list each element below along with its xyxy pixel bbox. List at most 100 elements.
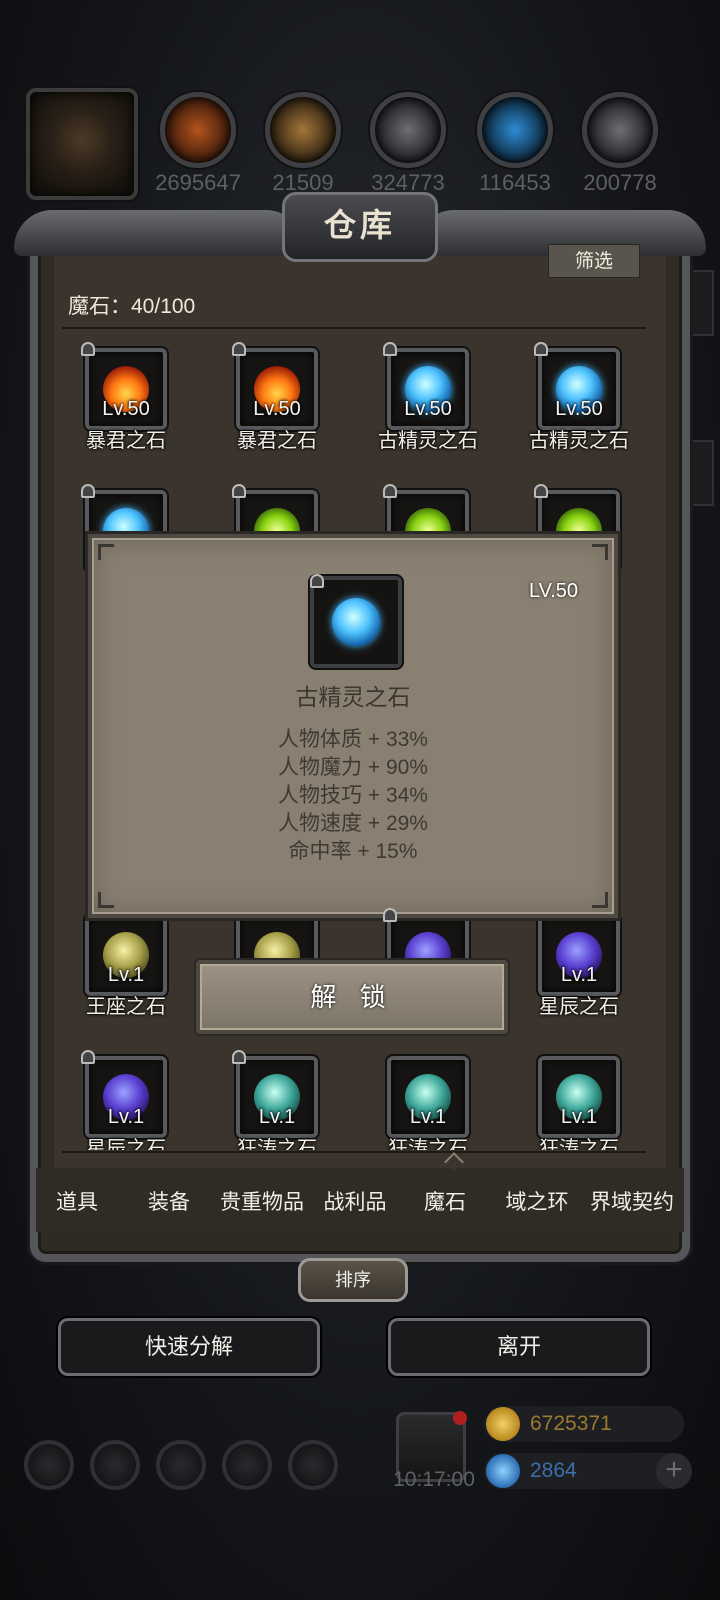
category-tabs: 道具 装备 贵重物品 战利品 魔石 域之环 界域契约 [36, 1168, 684, 1232]
item-slot[interactable]: Lv.1 星辰之石 [51, 1050, 201, 1166]
popup-item-icon [310, 574, 402, 668]
item-slot[interactable]: Lv.1 狂涛之石 [202, 1050, 352, 1166]
item-name: 狂涛之石 [237, 1138, 317, 1150]
stone-count: 324773 [371, 170, 445, 195]
item-name: 古精灵之石 [378, 430, 478, 452]
item-name: 暴君之石 [86, 430, 166, 452]
tab-magic-stones[interactable]: 魔石 [422, 1186, 468, 1216]
item-level: Lv.50 [102, 398, 150, 420]
item-name: 狂涛之石 [539, 1138, 619, 1150]
item-slot[interactable]: Lv.50 暴君之石 [51, 342, 201, 458]
guild-icon[interactable] [156, 1440, 206, 1490]
blue-gem-icon [332, 598, 380, 646]
viking-portrait-icon [56, 114, 108, 178]
lock-icon [310, 574, 324, 588]
item-level: Lv.1 [560, 1106, 598, 1128]
meat-icon[interactable] [160, 92, 236, 168]
stat-line: 人物体质 + 33% [278, 728, 428, 751]
page-title: 仓库 [323, 206, 396, 244]
lock-icon [534, 484, 548, 498]
lock-icon [383, 908, 397, 922]
lock-icon [232, 484, 246, 498]
wood-count: 21509 [272, 170, 334, 195]
item-level: Lv.1 [258, 1106, 296, 1128]
item-detail-popup: LV.50 古精灵之石 人物体质 + 33% 人物魔力 + 90% 人物技巧 +… [88, 534, 618, 918]
item-level: Lv.50 [555, 398, 603, 420]
sort-button[interactable]: 排序 [298, 1258, 408, 1302]
tab-items[interactable]: 道具 [54, 1186, 100, 1216]
lock-icon [232, 1050, 246, 1064]
item-level: Lv.1 [409, 1106, 447, 1128]
stat-line: 命中率 + 15% [288, 840, 418, 863]
item-name: 王座之石 [86, 996, 166, 1018]
tab-valuables[interactable]: 贵重物品 [216, 1186, 308, 1216]
wood-icon[interactable] [265, 92, 341, 168]
corner-ornament [98, 892, 114, 908]
notification-dot [453, 1411, 467, 1425]
item-slot[interactable]: Lv.50 暴君之石 [202, 342, 352, 458]
lock-icon [81, 342, 95, 356]
item-count: 魔石：40/100 [68, 295, 196, 318]
stat-line: 人物魔力 + 90% [278, 756, 428, 779]
diamond-icon [486, 1454, 520, 1488]
tab-equipment[interactable]: 装备 [146, 1186, 192, 1216]
tab-domain-rings[interactable]: 域之环 [502, 1186, 572, 1216]
stat-line: 人物技巧 + 34% [278, 784, 428, 807]
corner-ornament [98, 544, 114, 560]
lock-icon [232, 342, 246, 356]
item-slot[interactable]: Lv.1 狂涛之石 [504, 1056, 654, 1166]
item-slot[interactable]: Lv.1 王座之石 [51, 914, 201, 1024]
item-level: Lv.1 [107, 964, 145, 986]
clock-text: 10:17:00 [393, 1468, 475, 1491]
resource-bar: 2695647 21509 324773 116453 200778 [0, 84, 720, 204]
settings-icon[interactable] [24, 1440, 74, 1490]
item-slot[interactable]: Lv.1 星辰之石 [504, 914, 654, 1024]
item-level: Lv.50 [253, 398, 301, 420]
gem-display: 2864 [484, 1453, 684, 1489]
item-name: 古精灵之石 [529, 430, 629, 452]
lock-icon [81, 484, 95, 498]
popup-stats: 人物体质 + 33% 人物魔力 + 90% 人物技巧 + 34% 人物速度 + … [92, 726, 614, 866]
corner-ornament [592, 544, 608, 560]
tab-realm-contracts[interactable]: 界域契约 [586, 1186, 678, 1216]
item-level: Lv.1 [107, 1106, 145, 1128]
iron-icon[interactable] [582, 92, 658, 168]
gold-display: 6725371 [484, 1406, 684, 1442]
crystal-count: 116453 [479, 170, 551, 195]
gold-amount: 6725371 [530, 1412, 612, 1435]
achievement-icon[interactable] [90, 1440, 140, 1490]
filter-button[interactable]: 筛选 [548, 244, 640, 278]
item-slot[interactable]: Lv.1 狂涛之石 [353, 1056, 503, 1166]
player-avatar[interactable] [26, 88, 138, 200]
gold-coin-icon [486, 1407, 520, 1441]
item-name: 星辰之石 [539, 996, 619, 1018]
lock-icon [383, 342, 397, 356]
stat-line: 人物速度 + 29% [278, 812, 428, 835]
divider [62, 327, 646, 329]
chat-icon[interactable] [288, 1440, 338, 1490]
lock-icon [81, 1050, 95, 1064]
add-currency-icon[interactable]: + [656, 1453, 692, 1489]
popup-item-name: 古精灵之石 [295, 684, 411, 710]
gem-amount: 2864 [530, 1459, 577, 1482]
corner-ornament [592, 892, 608, 908]
lock-icon [383, 484, 397, 498]
item-level: Lv.50 [404, 398, 452, 420]
item-name: 暴君之石 [237, 430, 317, 452]
tab-loot[interactable]: 战利品 [320, 1186, 390, 1216]
item-name: 星辰之石 [86, 1138, 166, 1150]
stone-icon[interactable] [370, 92, 446, 168]
item-level: Lv.1 [560, 964, 598, 986]
quick-decompose-button[interactable]: 快速分解 [58, 1318, 320, 1376]
meat-count: 2695647 [155, 170, 241, 195]
crystal-icon[interactable] [477, 92, 553, 168]
mail-icon[interactable] [222, 1440, 272, 1490]
item-slot[interactable]: Lv.50 古精灵之石 [504, 342, 654, 458]
leave-button[interactable]: 离开 [388, 1318, 650, 1376]
divider [62, 1151, 646, 1153]
item-slot[interactable]: Lv.50 古精灵之石 [353, 342, 503, 458]
iron-count: 200778 [583, 170, 657, 195]
unlock-button[interactable]: 解 锁 [196, 960, 508, 1034]
lock-icon [534, 342, 548, 356]
popup-level: LV.50 [529, 580, 578, 602]
